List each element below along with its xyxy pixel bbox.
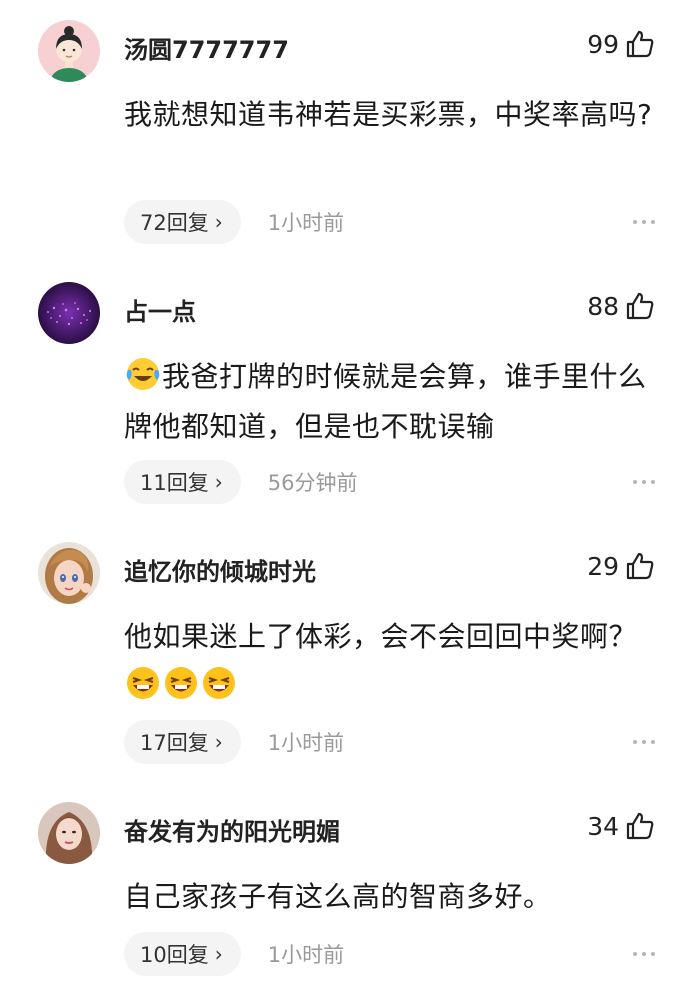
comment-text: 他如果迷上了体彩，会不会回回中奖啊？	[124, 620, 638, 653]
more-dots-icon[interactable]	[633, 740, 655, 744]
avatar[interactable]	[38, 282, 100, 344]
avatar[interactable]	[38, 802, 100, 864]
comment-text: 我爸打牌的时候就是会算，谁手里什么牌他都知道，但是也不耽误输	[124, 360, 647, 443]
more-dots-icon[interactable]	[633, 220, 655, 224]
comment-text-wrapper: 他如果迷上了体彩，会不会回回中奖啊？	[124, 612, 664, 712]
like-button[interactable]: 29	[587, 551, 655, 581]
like-button[interactable]: 34	[587, 811, 655, 841]
comment-text: 我就想知道韦神若是买彩票，中奖率高吗?	[124, 98, 653, 131]
laughing-emoji	[127, 667, 159, 699]
timestamp: 1小时前	[267, 731, 345, 755]
username[interactable]: 占一点	[124, 292, 196, 327]
more-dots-icon[interactable]	[633, 952, 655, 956]
username[interactable]: 追忆你的倾城时光	[124, 552, 316, 587]
laughing-emoji	[165, 667, 197, 699]
thumbs-up-icon	[626, 812, 654, 840]
timestamp: 56分钟前	[267, 471, 358, 495]
reply-count: 17回复	[140, 731, 209, 755]
reply-button[interactable]: 17回复 ›	[124, 720, 241, 764]
thumbs-up-icon	[626, 292, 654, 320]
reply-button[interactable]: 10回复 ›	[124, 932, 241, 976]
timestamp: 1小时前	[267, 943, 345, 967]
like-count: 34	[587, 811, 619, 841]
like-count: 29	[587, 551, 619, 581]
chevron-right-icon: ›	[214, 210, 223, 234]
reply-button[interactable]: 11回复 ›	[124, 460, 241, 504]
like-count: 99	[587, 29, 619, 59]
comment-text-wrapper: 我爸打牌的时候就是会算，谁手里什么牌他都知道，但是也不耽误输	[124, 352, 664, 452]
reply-count: 72回复	[140, 211, 209, 235]
thumbs-up-icon	[626, 552, 654, 580]
chevron-right-icon: ›	[214, 942, 223, 966]
reply-button[interactable]: 72回复 ›	[124, 200, 241, 244]
chevron-right-icon: ›	[214, 470, 223, 494]
like-button[interactable]: 99	[587, 29, 655, 59]
avatar[interactable]	[38, 542, 100, 604]
crying-laughing-emoji	[126, 358, 160, 390]
chevron-right-icon: ›	[214, 730, 223, 754]
like-count: 88	[587, 291, 619, 321]
thumbs-up-icon	[626, 30, 654, 58]
avatar[interactable]	[38, 20, 100, 82]
comment-text: 自己家孩子有这么高的智商多好。	[124, 880, 552, 913]
like-button[interactable]: 88	[587, 291, 655, 321]
more-dots-icon[interactable]	[633, 480, 655, 484]
reply-count: 11回复	[140, 471, 209, 495]
timestamp: 1小时前	[267, 211, 345, 235]
reply-count: 10回复	[140, 943, 209, 967]
username[interactable]: 奋发有为的阳光明媚	[124, 812, 340, 847]
username[interactable]: 汤圆7777777	[124, 30, 289, 65]
laughing-emoji	[203, 667, 235, 699]
